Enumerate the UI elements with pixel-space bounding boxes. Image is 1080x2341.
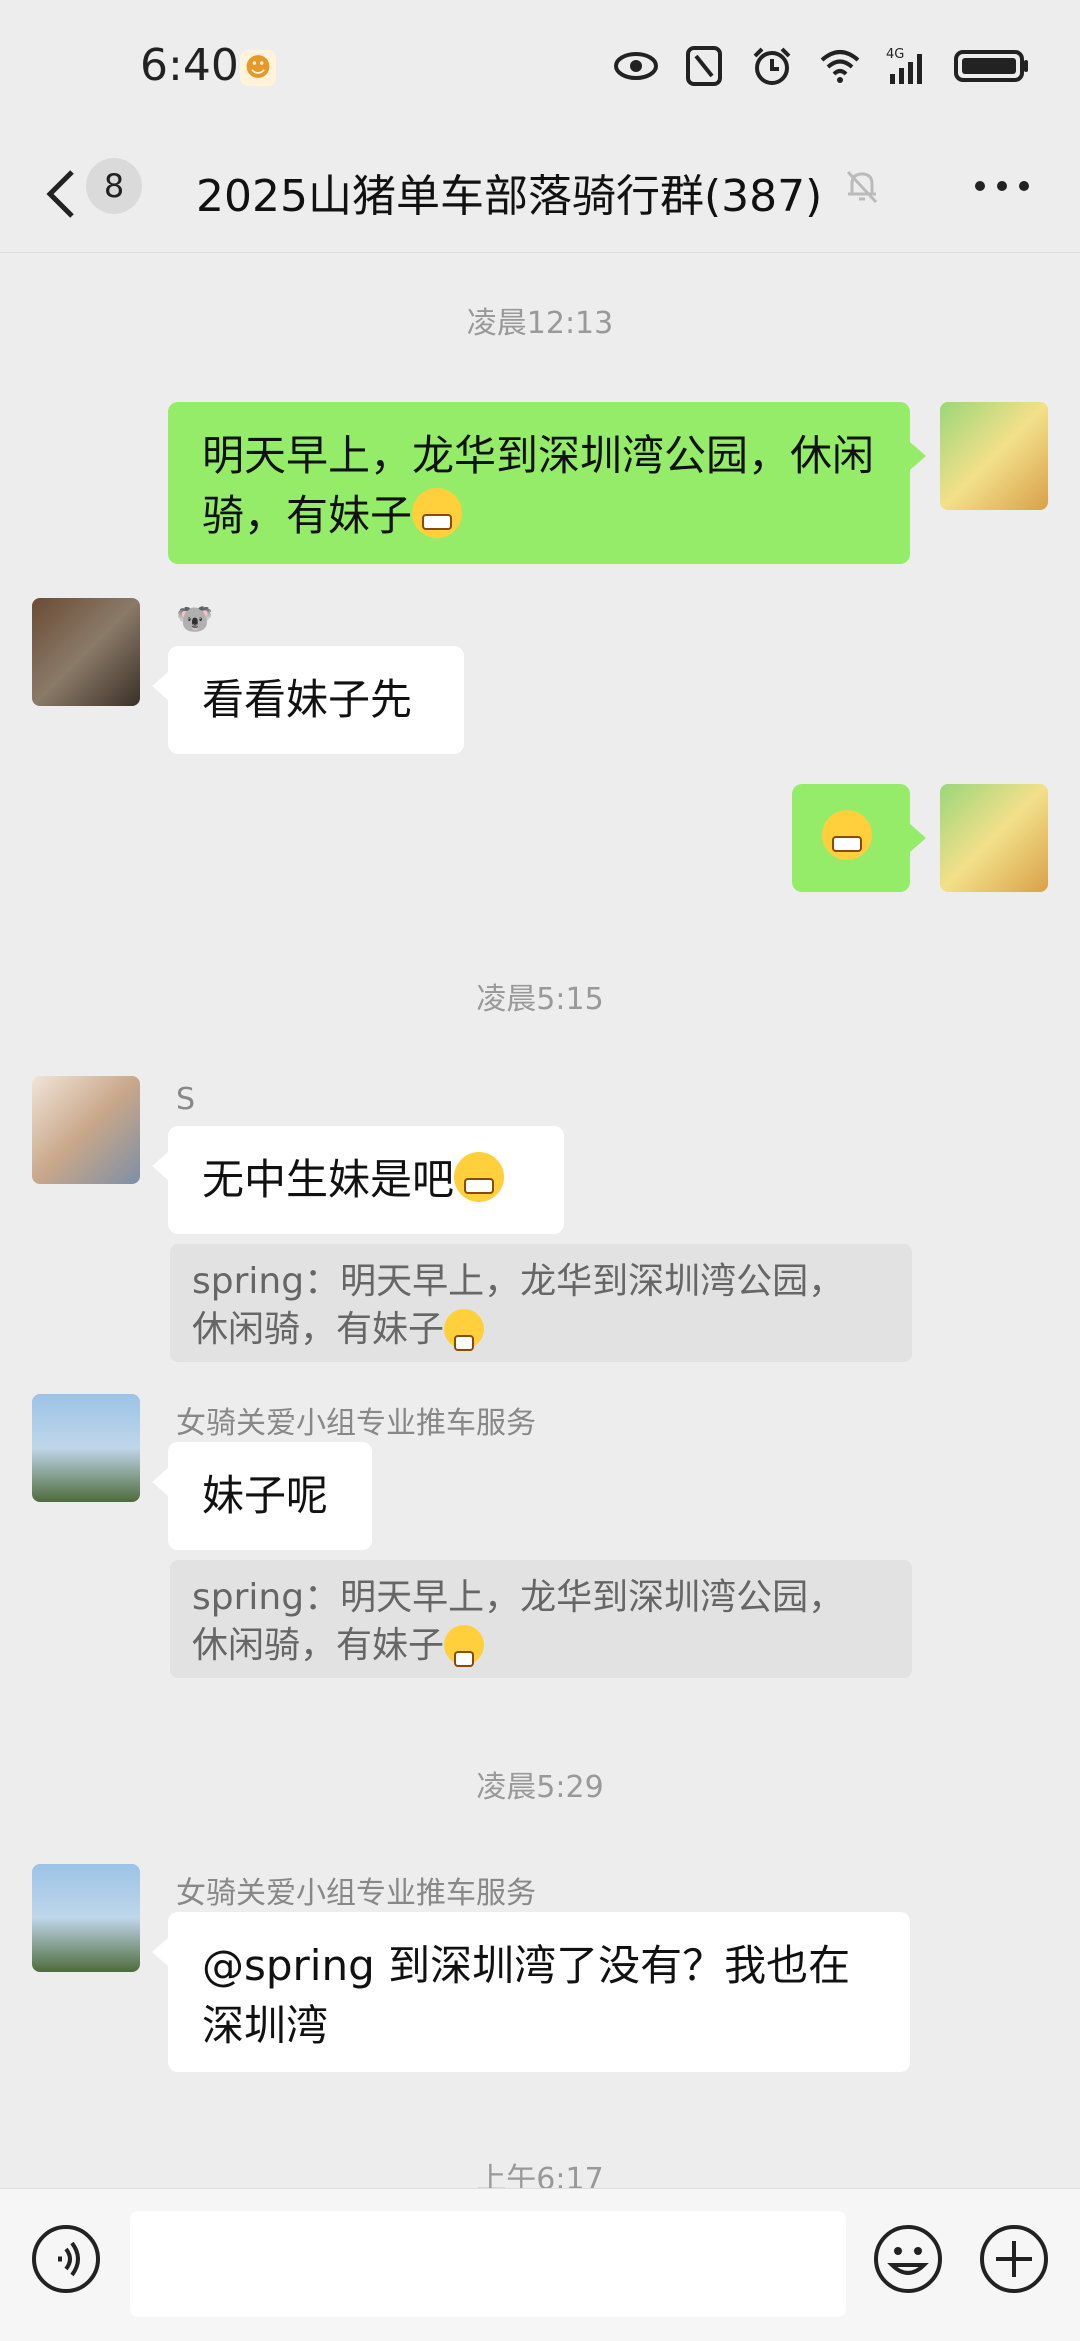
message-text: 妹子呢	[202, 1471, 329, 1520]
bubble-tail	[152, 672, 168, 700]
more-icon[interactable]	[972, 166, 1032, 206]
sender-name: S	[176, 1082, 196, 1117]
grin-emoji-icon	[444, 1625, 485, 1667]
quoted-message[interactable]: spring：明天早上，龙华到深圳湾公园， 休闲骑，有妹子	[170, 1244, 912, 1362]
bubble-tail	[152, 1152, 168, 1180]
sender-name: 🐨	[176, 602, 214, 637]
message-text: 明天早上，龙华到深圳湾公园，休闲骑，有妹子	[202, 431, 875, 540]
input-bar	[0, 2188, 1080, 2341]
mute-bell-icon	[846, 170, 878, 204]
laughing-tears-emoji-icon	[822, 810, 872, 860]
time-separator: 凌晨12:13	[466, 306, 614, 341]
bubble-tail	[910, 442, 926, 470]
svg-text:4G: 4G	[886, 47, 904, 62]
emoji-icon[interactable]	[872, 2223, 944, 2295]
bubble-tail	[910, 824, 926, 852]
message-bubble-other[interactable]: 无中生妹是吧	[168, 1126, 564, 1234]
unread-count-badge[interactable]: 8	[86, 158, 142, 214]
status-bar: 6:40 ☻ 4G	[0, 0, 1080, 140]
message-bubble-other[interactable]: 看看妹子先	[168, 646, 464, 754]
koala-user-avatar[interactable]	[32, 598, 140, 706]
chat-title: 2025山猪单车部落骑行群(387)	[196, 171, 823, 222]
doge-emoji-icon	[454, 1152, 505, 1202]
message-bubble-other[interactable]: @spring 到深圳湾了没有？我也在深圳湾	[168, 1912, 910, 2072]
back-icon[interactable]	[38, 166, 84, 222]
message-input[interactable]	[130, 2211, 846, 2317]
message-bubble-other[interactable]: 妹子呢	[168, 1442, 372, 1550]
grin-emoji-icon	[444, 1309, 485, 1351]
wifi-icon	[820, 50, 860, 83]
eye-icon	[614, 52, 658, 80]
quote-line: 休闲骑，有妹子	[192, 1625, 445, 1666]
status-icons: 4G	[614, 44, 1030, 88]
grin-emoji-icon	[412, 488, 463, 538]
group-member-avatar[interactable]	[32, 1394, 140, 1502]
status-time: 6:40	[140, 40, 239, 91]
sender-name: 女骑关爱小组专业推车服务	[176, 1406, 536, 1441]
quote-line: 休闲骑，有妹子	[192, 1309, 445, 1350]
message-text: 看看妹子先	[202, 675, 413, 724]
bubble-tail	[152, 1938, 168, 1966]
message-bubble-self[interactable]: 明天早上，龙华到深圳湾公园，休闲骑，有妹子	[168, 402, 910, 564]
self-avatar[interactable]	[940, 402, 1048, 510]
nfc-icon	[686, 46, 722, 86]
alarm-icon	[753, 47, 791, 85]
self-avatar[interactable]	[940, 784, 1048, 892]
message-bubble-self[interactable]	[792, 784, 910, 892]
message-text: 无中生妹是吧	[202, 1155, 455, 1204]
quote-line: spring：明天早上，龙华到深圳湾公园，	[192, 1261, 845, 1302]
s-user-avatar[interactable]	[32, 1076, 140, 1184]
message-text: @spring 到深圳湾了没有？我也在深圳湾	[202, 1941, 851, 2050]
plus-icon[interactable]	[978, 2223, 1050, 2295]
voice-icon[interactable]	[30, 2223, 102, 2295]
time-separator: 凌晨5:29	[476, 1770, 604, 1805]
bubble-tail	[152, 1468, 168, 1496]
signal-4g-icon: 4G	[886, 47, 922, 84]
sender-name: 女骑关爱小组专业推车服务	[176, 1876, 536, 1911]
quoted-message[interactable]: spring：明天早上，龙华到深圳湾公园， 休闲骑，有妹子	[170, 1560, 912, 1678]
quote-line: spring：明天早上，龙华到深圳湾公园，	[192, 1577, 845, 1618]
battery-icon	[954, 50, 1028, 82]
notification-app-icon: ☻	[240, 50, 276, 86]
time-separator: 凌晨5:15	[476, 982, 604, 1017]
group-member-avatar[interactable]	[32, 1864, 140, 1972]
